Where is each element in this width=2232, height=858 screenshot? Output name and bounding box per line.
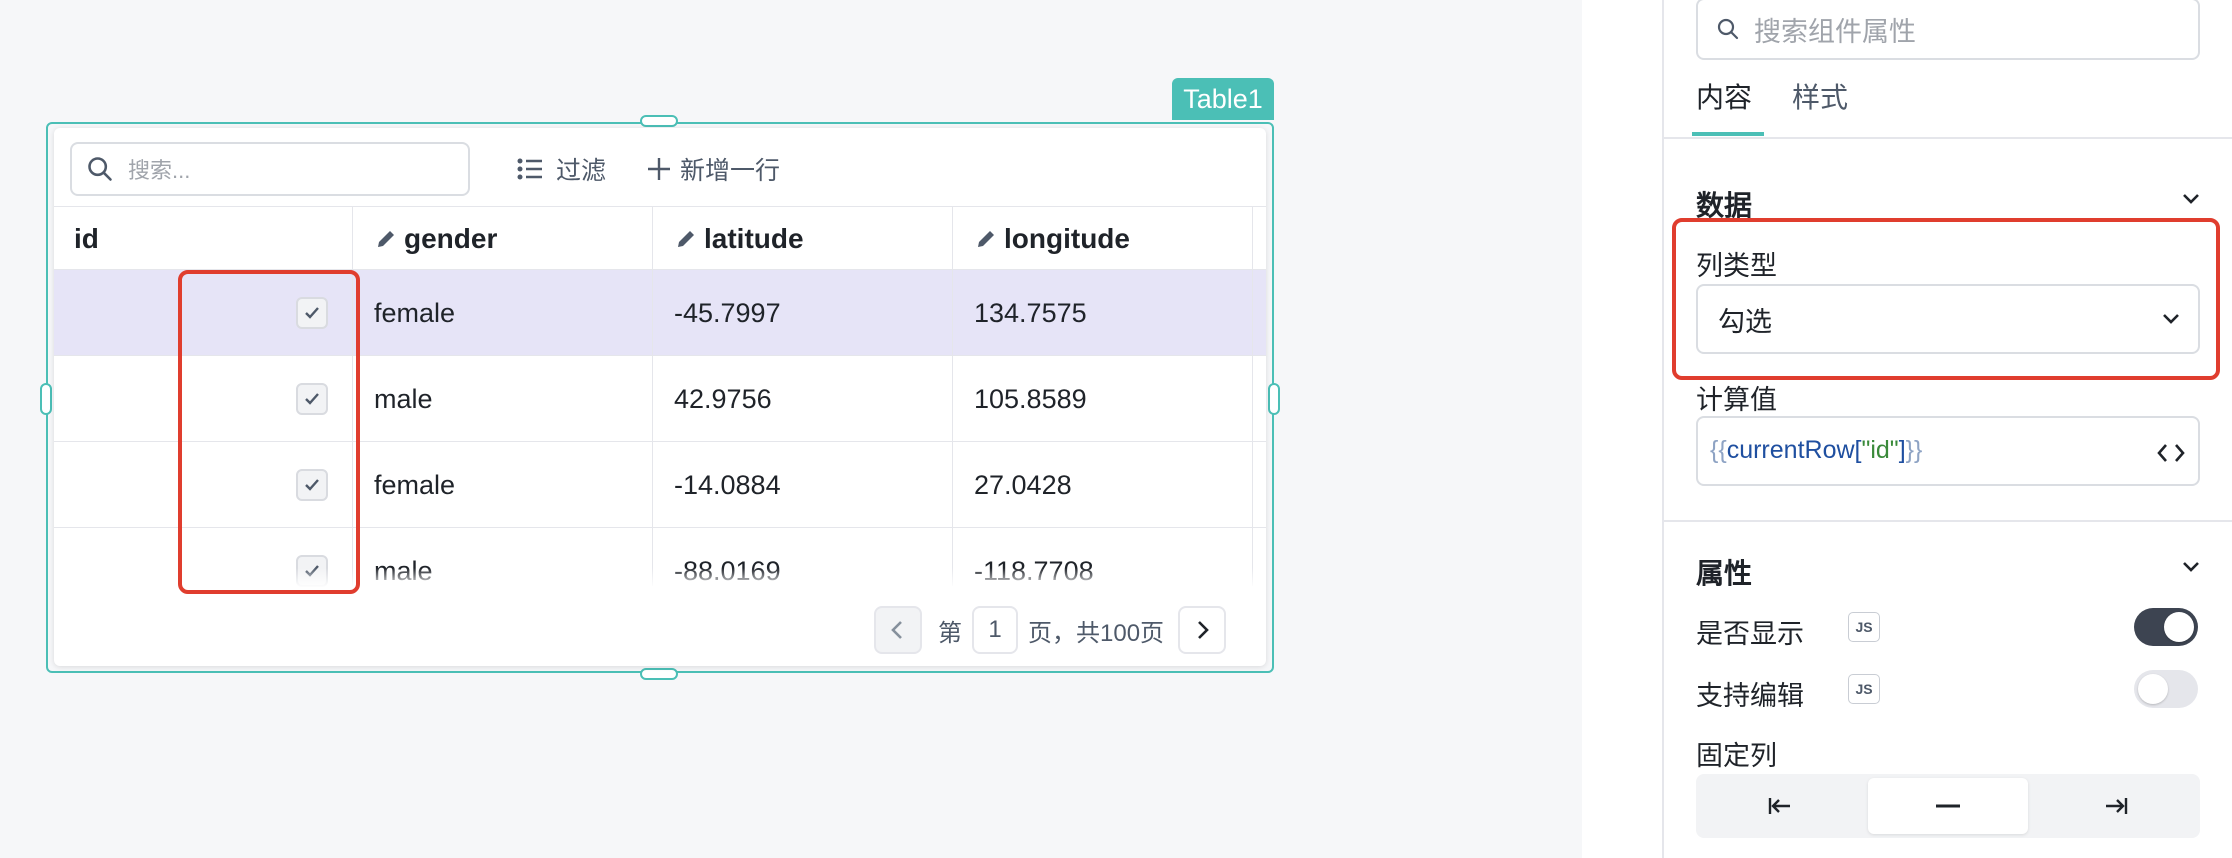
prev-page-button[interactable] (874, 606, 922, 654)
cell-gender[interactable]: male (374, 356, 433, 442)
tab-active-indicator (1692, 132, 1764, 136)
editable-toggle[interactable] (2134, 670, 2198, 708)
template-close-brace: }} (1905, 436, 1923, 464)
column-divider (952, 206, 953, 586)
search-icon (1717, 18, 1739, 40)
section-divider (1662, 520, 2232, 522)
template-expr-close: ] (1898, 436, 1906, 464)
cell-latitude[interactable]: -14.0884 (674, 442, 781, 528)
fixed-column-segmented (1696, 774, 2200, 838)
column-divider (1252, 206, 1253, 586)
resize-handle-left[interactable] (40, 383, 52, 415)
pager-suffix: 页，共100页 (1028, 619, 1165, 647)
column-header-label: latitude (704, 223, 804, 254)
add-row-label: 新增一行 (680, 157, 781, 185)
column-header-gender[interactable]: gender (374, 207, 497, 271)
resize-handle-right[interactable] (1268, 383, 1280, 415)
filter-icon (517, 158, 542, 180)
computed-value-editor[interactable]: {{currentRow["id"]}} (1696, 416, 2200, 486)
column-header-label: longitude (1004, 223, 1130, 254)
prop-search-input[interactable]: 搜索组件属性 (1696, 0, 2200, 60)
pagination: 第 1 页，共100页 (874, 606, 1227, 654)
cell-longitude[interactable]: 27.0428 (974, 442, 1072, 528)
minus-icon (1936, 804, 1960, 808)
column-header-longitude[interactable]: longitude (974, 207, 1130, 271)
highlight-column-type (1672, 218, 2220, 380)
cell-gender[interactable]: female (374, 442, 455, 528)
plus-icon (648, 158, 670, 180)
pencil-icon (678, 231, 694, 247)
cell-gender[interactable]: female (374, 270, 455, 356)
column-header-latitude[interactable]: latitude (674, 207, 804, 271)
column-divider (652, 206, 653, 586)
toggle-knob (2138, 674, 2168, 704)
resize-handle-top[interactable] (640, 115, 678, 127)
column-header-id[interactable]: id (74, 207, 99, 271)
editor-canvas: Table1 搜索... 过滤 新增一行 id gender latitude (0, 0, 1582, 858)
component-name-tag[interactable]: Table1 (1172, 78, 1274, 120)
add-row-button[interactable]: 新增一行 (646, 148, 780, 190)
section-title-props: 属性 (1696, 558, 1753, 589)
page-number-input[interactable]: 1 (972, 606, 1018, 654)
fix-none-option[interactable] (1868, 778, 2028, 834)
fixed-column-label: 固定列 (1696, 741, 1777, 771)
js-badge[interactable]: JS (1848, 674, 1880, 704)
table-search-input[interactable]: 搜索... (70, 142, 470, 196)
filter-label: 过滤 (556, 157, 607, 185)
pager-prefix: 第 (938, 619, 962, 647)
cell-latitude[interactable]: -45.7997 (674, 270, 781, 356)
tabs-divider (1662, 137, 2232, 139)
filter-button[interactable]: 过滤 (516, 148, 606, 190)
pencil-icon (378, 231, 394, 247)
editable-label: 支持编辑 (1696, 681, 1804, 711)
fix-right-option[interactable] (2036, 778, 2196, 834)
template-string: "id" (1861, 436, 1899, 464)
toggle-knob (2164, 612, 2194, 642)
chevron-right-icon (1198, 621, 1209, 639)
js-badge[interactable]: JS (1848, 612, 1880, 642)
tab-style[interactable]: 样式 (1792, 76, 1848, 116)
pencil-icon (978, 231, 994, 247)
arrow-to-right-icon (2106, 798, 2128, 814)
chevron-left-icon (891, 621, 902, 639)
chevron-down-icon[interactable] (2180, 556, 2202, 578)
fix-left-option[interactable] (1700, 778, 1860, 834)
next-page-button[interactable] (1178, 606, 1227, 654)
template-open-brace: {{ (1710, 436, 1727, 464)
highlight-checkbox-column (178, 270, 360, 594)
right-panel-area: 搜索组件属性 内容 样式 数据 列类型 勾选 计算值 {{currentRow[… (1582, 0, 2232, 858)
arrow-to-left-icon (1768, 798, 1790, 814)
cell-latitude[interactable]: 42.9756 (674, 356, 772, 442)
cell-longitude[interactable]: 134.7575 (974, 270, 1087, 356)
visible-label: 是否显示 (1696, 619, 1804, 649)
search-icon (88, 157, 112, 181)
table-header: id gender latitude longitude (54, 206, 1266, 270)
column-header-label: id (74, 223, 99, 254)
cell-longitude[interactable]: 105.8589 (974, 356, 1087, 442)
tab-content[interactable]: 内容 (1696, 76, 1752, 116)
column-header-label: gender (404, 223, 498, 254)
chevron-down-icon[interactable] (2180, 188, 2202, 210)
template-expr: currentRow[ (1726, 436, 1862, 464)
prop-search-placeholder: 搜索组件属性 (1754, 16, 1916, 47)
table-search-placeholder: 搜索... (128, 158, 191, 183)
code-icon[interactable] (2156, 442, 2186, 464)
resize-handle-bottom[interactable] (640, 668, 678, 680)
visible-toggle[interactable] (2134, 608, 2198, 646)
computed-value-label: 计算值 (1696, 385, 1777, 415)
